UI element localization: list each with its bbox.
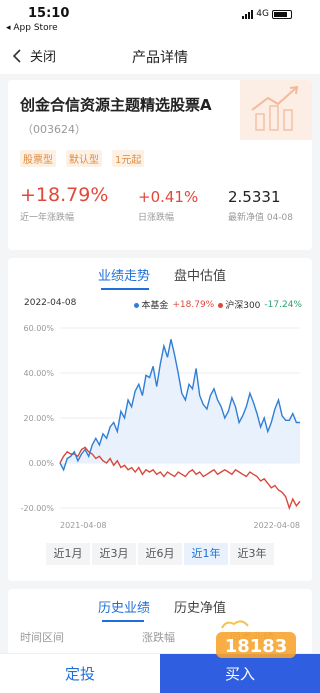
performance-chart-card: 业绩走势 盘中估值 2022-04-08 本基金 +18.79% 沪深300 -…: [8, 258, 312, 581]
fund-dot-icon: [134, 303, 140, 308]
period-3m[interactable]: 近3月: [92, 543, 136, 565]
fund-area: [60, 339, 300, 470]
back-to-app-store-link[interactable]: ◂ App Store: [6, 23, 58, 33]
y-tick-label: 0.00%: [29, 459, 55, 468]
period-6m[interactable]: 近6月: [138, 543, 182, 565]
metric-one-year-value: +18.79%: [20, 184, 109, 206]
y-tick-label: 20.00%: [23, 414, 54, 423]
fund-code: （003624）: [22, 123, 86, 136]
metric-daily: +0.41% 日涨跌幅: [138, 188, 198, 223]
legend-fund: 本基金: [134, 298, 168, 311]
status-indicators: 4G: [242, 9, 292, 19]
legend-index-name: 沪深300: [225, 301, 261, 311]
nav-bar: 关闭 产品详情: [0, 38, 320, 74]
network-label: 4G: [256, 9, 269, 19]
metric-nav-label: 最新净值 04-08: [228, 213, 294, 223]
legend-fund-name: 本基金: [141, 301, 169, 311]
legend-items: 本基金 +18.79% 沪深300 -17.24%: [134, 298, 302, 311]
tab-history-nav[interactable]: 历史净值: [174, 597, 226, 616]
fund-info-card: 创金合信资源主题精选股票A （003624） 股票型 默认型 1元起 +18.7…: [8, 80, 312, 250]
y-tick-label: 40.00%: [23, 369, 54, 378]
close-label: 关闭: [30, 50, 57, 65]
status-time: 15:10: [28, 6, 70, 21]
fund-name: 创金合信资源主题精选股票A: [20, 96, 212, 114]
y-tick-label: 60.00%: [23, 324, 54, 333]
site-watermark-logo: 18183: [216, 620, 296, 658]
growth-chart-icon: [240, 80, 312, 140]
metric-one-year-label: 近一年涨跌幅: [20, 213, 75, 223]
period-3y[interactable]: 近3年: [230, 543, 274, 565]
y-tick-label: -20.00%: [21, 504, 55, 513]
battery-icon: [272, 9, 292, 19]
legend-index-value: -17.24%: [264, 299, 302, 310]
period-1m[interactable]: 近1月: [46, 543, 90, 565]
close-button[interactable]: 关闭: [12, 46, 56, 65]
svg-text:18183: 18183: [225, 636, 288, 657]
tab-performance[interactable]: 业绩走势: [98, 265, 150, 284]
signal-icon: [242, 9, 254, 19]
fund-tags: 股票型 默认型 1元起: [20, 150, 145, 167]
metric-daily-label: 日涨跌幅: [138, 213, 175, 223]
metric-nav: 2.5331 最新净值 04-08: [228, 188, 293, 223]
tag-min-purchase: 1元起: [112, 150, 145, 167]
chevron-left-icon: [12, 48, 21, 63]
tab-active-indicator: [101, 288, 149, 290]
auto-invest-button[interactable]: 定投: [0, 654, 160, 693]
legend-fund-value: +18.79%: [172, 299, 215, 310]
period-selector: 近1月 近3月 近6月 近1年 近3年: [46, 543, 274, 565]
tag-risk: 默认型: [66, 150, 102, 167]
tab-history-performance[interactable]: 历史业绩: [98, 597, 150, 616]
col-period: 时间区间: [20, 631, 64, 644]
performance-line-chart: 60.00% 40.00% 20.00% 0.00% -20.00% 2021-04-08…: [21, 324, 301, 530]
status-bar: 15:10 ◂ App Store 4G: [0, 0, 320, 38]
metric-daily-value: +0.41%: [138, 188, 199, 206]
x-tick-label: 2021-04-08: [60, 521, 107, 530]
metric-one-year: +18.79% 近一年涨跌幅: [20, 184, 108, 223]
period-1y[interactable]: 近1年: [184, 543, 228, 565]
history-tab-indicator: [102, 620, 144, 622]
x-tick-label: 2022-04-08: [254, 521, 301, 530]
tab-intraday-estimate[interactable]: 盘中估值: [174, 265, 226, 284]
metric-nav-value: 2.5331: [228, 188, 281, 206]
legend-date: 2022-04-08: [24, 298, 77, 308]
chart-legend: 2022-04-08 本基金 +18.79% 沪深300 -17.24%: [24, 298, 302, 312]
chart-tabs: 业绩走势 盘中估值: [8, 258, 312, 296]
col-change: 涨跌幅: [142, 631, 175, 644]
tag-fund-type: 股票型: [20, 150, 56, 167]
index-dot-icon: [218, 303, 224, 308]
legend-index: 沪深300: [218, 298, 260, 311]
